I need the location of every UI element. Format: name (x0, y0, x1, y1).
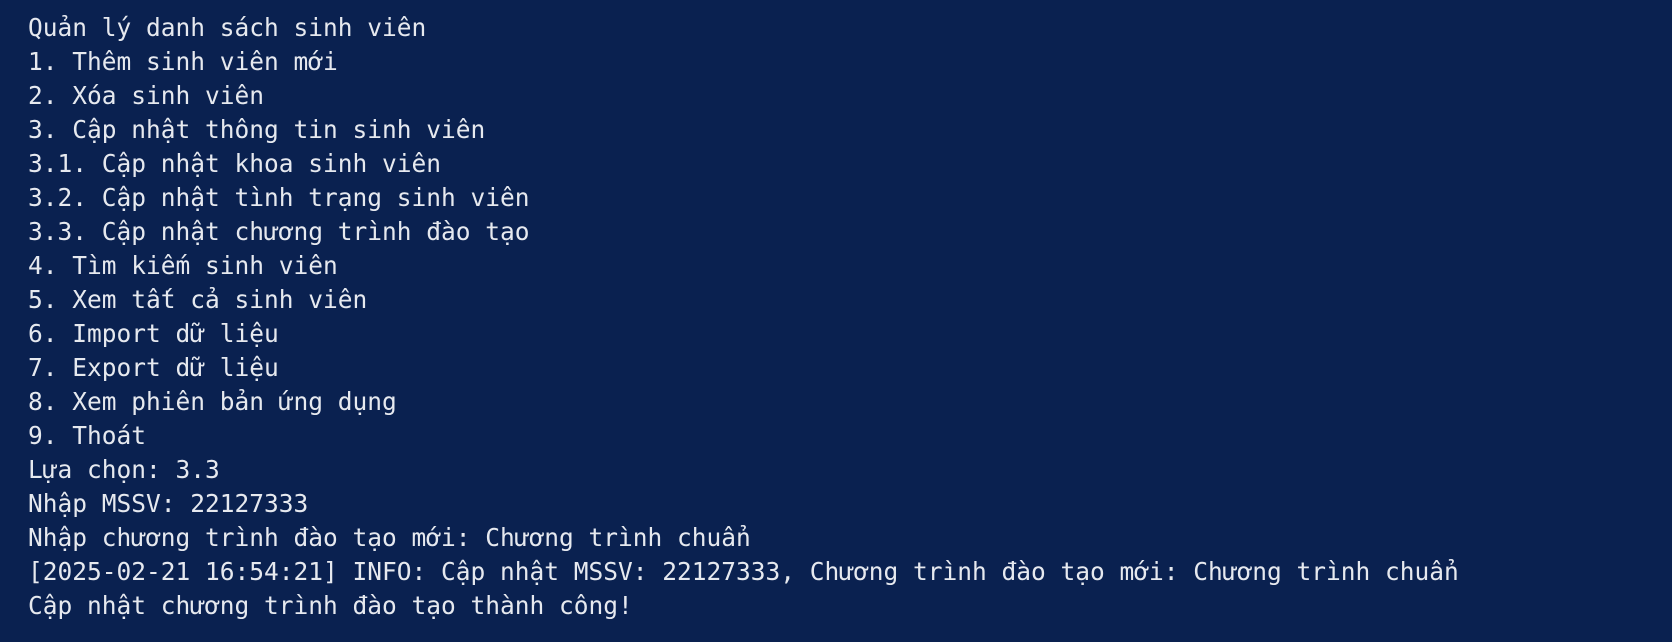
menu-item-delete-student: 2. Xóa sinh viên (28, 81, 265, 110)
menu-item-view-all: 5. Xem tất cả sinh viên (28, 285, 368, 314)
terminal-window[interactable]: Quản lý danh sách sinh viên 1. Thêm sinh… (0, 0, 1672, 642)
log-info-line: [2025-02-21 16:54:21] INFO: Cập nhật MSS… (28, 557, 1459, 586)
menu-item-update-student: 3. Cập nhật thông tin sinh viên (28, 115, 486, 144)
menu-subitem-update-status: 3.2. Cập nhật tình trạng sinh viên (28, 183, 530, 212)
new-program-prompt: Nhập chương trình đào tạo mới: Chương tr… (28, 523, 751, 552)
success-message: Cập nhật chương trình đào tạo thành công… (28, 591, 633, 620)
menu-item-search-student: 4. Tìm kiếm sinh viên (28, 251, 338, 280)
menu-title: Quản lý danh sách sinh viên (28, 13, 427, 42)
menu-item-version: 8. Xem phiên bản ứng dụng (28, 387, 397, 416)
menu-item-exit: 9. Thoát (28, 421, 147, 450)
menu-item-add-student: 1. Thêm sinh viên mới (28, 47, 338, 76)
student-id-prompt: Nhập MSSV: 22127333 (28, 489, 309, 518)
choice-prompt: Lựa chọn: 3.3 (28, 455, 220, 484)
menu-subitem-update-faculty: 3.1. Cập nhật khoa sinh viên (28, 149, 442, 178)
menu-item-import: 6. Import dữ liệu (28, 319, 279, 348)
menu-subitem-update-program: 3.3. Cập nhật chương trình đào tạo (28, 217, 530, 246)
menu-item-export: 7. Export dữ liệu (28, 353, 279, 382)
